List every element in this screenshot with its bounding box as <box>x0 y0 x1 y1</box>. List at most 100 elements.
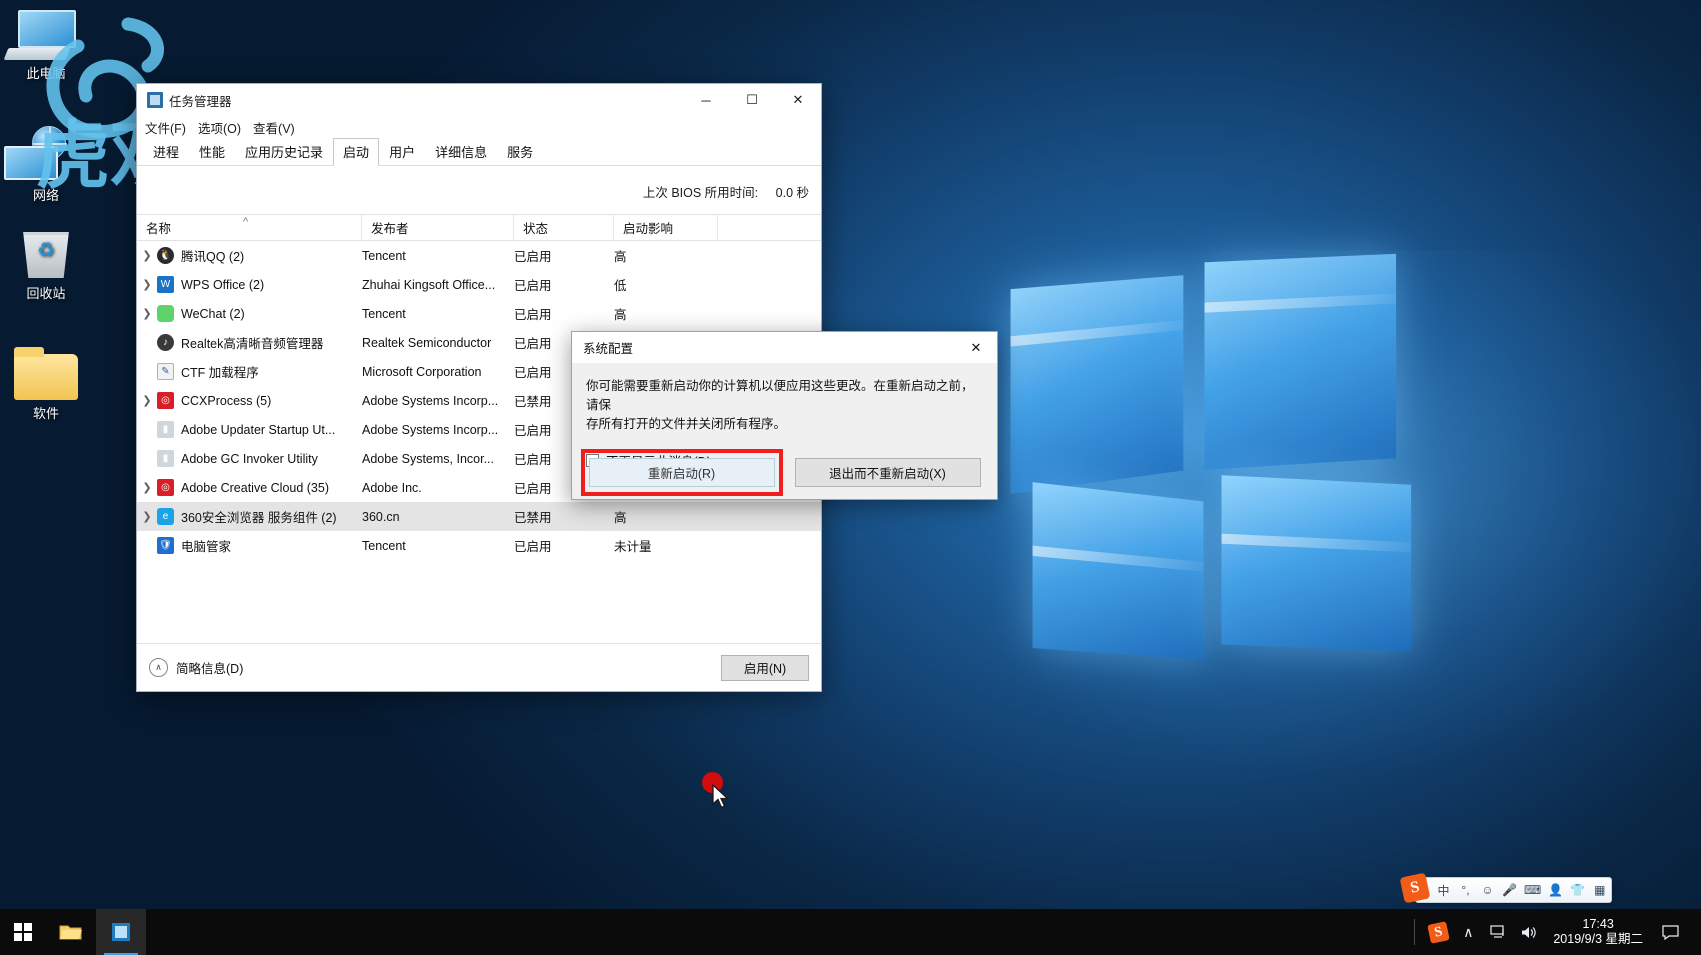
menu-file[interactable]: 文件(F) <box>145 118 186 137</box>
window-controls: ─ ☐ ✕ <box>683 84 821 116</box>
exit-without-restart-button[interactable]: 退出而不重新启动(X) <box>794 458 981 487</box>
desktop-icon-recycle-bin[interactable]: 回收站 <box>0 228 92 301</box>
dialog-buttons: 重新启动(R) 退出而不重新启动(X) <box>572 449 997 496</box>
start-button[interactable] <box>0 909 46 955</box>
adobe-blue-icon: ▮ <box>157 421 174 438</box>
table-row[interactable]: ❯ WeChat (2) Tencent 已启用 高 <box>137 299 821 328</box>
tab-bar[interactable]: 进程 性能 应用历史记录 启动 用户 详细信息 服务 <box>137 138 821 166</box>
menu-bar[interactable]: 文件(F) 选项(O) 查看(V) <box>137 116 821 138</box>
sogou-ime-toolbar[interactable]: S 中 °, ☺ 🎤 ⌨ 👤 👕 ▦ <box>1399 872 1613 904</box>
maximize-button[interactable]: ☐ <box>729 84 775 116</box>
column-headers[interactable]: 名称 发布者 状态 启动影响 <box>137 214 821 241</box>
expand-chevron-icon[interactable]: ❯ <box>137 481 157 494</box>
network-icon <box>0 126 92 182</box>
expand-chevron-icon[interactable]: ❯ <box>137 278 157 291</box>
taskbar[interactable]: S ∧ 17:43 2019/9/3 星期二 <box>0 909 1701 955</box>
tab-app-history[interactable]: 应用历史记录 <box>235 138 333 166</box>
tab-services[interactable]: 服务 <box>497 138 543 166</box>
startup-impact-cell: 高 <box>614 308 627 322</box>
expand-chevron-icon: ❯ <box>137 423 157 436</box>
desktop-icon-this-pc[interactable]: 此电脑 <box>0 8 92 81</box>
action-center-icon[interactable] <box>1653 924 1687 940</box>
ime-keyboard-icon[interactable]: ⌨ <box>1524 883 1541 897</box>
ime-emoji-icon[interactable]: ☺ <box>1480 883 1495 897</box>
recycle-bin-icon <box>0 228 92 282</box>
fewer-details-button[interactable]: ∧ 简略信息(D) <box>149 658 243 677</box>
desktop-icon-label: 网络 <box>32 188 59 203</box>
expand-chevron-icon[interactable]: ❯ <box>137 307 157 320</box>
column-header-name[interactable]: 名称 <box>137 215 362 240</box>
publisher-cell: Adobe Inc. <box>362 480 422 495</box>
column-header-publisher[interactable]: 发布者 <box>362 215 514 240</box>
ime-mode-chinese[interactable]: 中 <box>1436 882 1451 899</box>
expand-chevron-icon[interactable]: ❯ <box>137 249 157 262</box>
desktop-icon-label: 软件 <box>32 406 59 421</box>
startup-impact-cell: 低 <box>614 279 627 293</box>
tab-users[interactable]: 用户 <box>379 138 425 166</box>
system-configuration-dialog[interactable]: 系统配置 ✕ 你可能需要重新启动你的计算机以便应用这些更改。在重新启动之前，请保… <box>571 331 998 809</box>
tencent-pcmgr-icon: 🛡 <box>157 537 174 554</box>
system-tray[interactable]: S ∧ 17:43 2019/9/3 星期二 <box>1406 909 1701 955</box>
tab-performance[interactable]: 性能 <box>189 138 235 166</box>
status-cell: 已启用 <box>514 540 552 554</box>
menu-options[interactable]: 选项(O) <box>198 118 241 137</box>
table-row[interactable]: ❯ e 360安全浏览器 服务组件 (2) 360.cn 已禁用 高 <box>137 502 821 531</box>
ime-toolbox-icon[interactable]: ▦ <box>1592 883 1607 897</box>
startup-item-name-cell: ❯♪ Realtek高清晰音频管理器 <box>137 333 362 352</box>
tab-processes[interactable]: 进程 <box>143 138 189 166</box>
bios-time-area: 上次 BIOS 所用时间: 0.0 秒 <box>137 166 821 214</box>
startup-item-label: 360安全浏览器 服务组件 (2) <box>181 511 337 525</box>
restart-button[interactable]: 重新启动(R) <box>588 458 775 487</box>
volume-tray-icon[interactable] <box>1513 909 1543 955</box>
taskbar-clock[interactable]: 17:43 2019/9/3 星期二 <box>1543 917 1653 947</box>
adobe-cc-icon: ◎ <box>157 479 174 496</box>
taskbar-item-task-manager[interactable] <box>96 909 146 955</box>
show-hidden-icons-icon[interactable]: ∧ <box>1453 909 1483 955</box>
startup-item-name-cell: ❯✎ CTF 加载程序 <box>137 362 362 381</box>
tab-startup[interactable]: 启动 <box>333 138 380 166</box>
sogou-logo-icon[interactable]: S <box>1399 872 1431 904</box>
startup-item-name-cell: ❯ WeChat (2) <box>137 305 362 322</box>
this-pc-icon <box>0 8 92 62</box>
ime-skin-icon[interactable]: 👕 <box>1570 883 1585 897</box>
expand-chevron-icon[interactable]: ❯ <box>137 394 157 407</box>
table-row[interactable]: ❯ W WPS Office (2) Zhuhai Kingsoft Office..… <box>137 270 821 299</box>
ime-punctuation-icon[interactable]: °, <box>1458 883 1473 897</box>
chevron-up-icon: ∧ <box>149 658 168 677</box>
table-row[interactable]: ❯🛡 电脑管家 Tencent 已启用 未计量 <box>137 531 821 560</box>
wallpaper-pane-4 <box>1221 475 1412 652</box>
table-row[interactable]: ❯ 🐧 腾讯QQ (2) Tencent 已启用 高 <box>137 241 821 270</box>
startup-item-name-cell: ❯🛡 电脑管家 <box>137 536 362 555</box>
startup-item-label: 电脑管家 <box>181 540 232 554</box>
taskbar-item-file-explorer[interactable] <box>46 909 96 955</box>
sogou-tray-icon[interactable]: S <box>1423 909 1453 955</box>
window-footer: ∧ 简略信息(D) 启用(N) <box>137 643 821 691</box>
enable-button[interactable]: 启用(N) <box>721 654 809 681</box>
publisher-cell: Tencent <box>362 306 406 321</box>
ime-account-icon[interactable]: 👤 <box>1548 883 1563 897</box>
desktop-icon-network[interactable]: 网络 <box>0 126 92 203</box>
close-button[interactable]: ✕ <box>775 84 821 116</box>
dialog-close-button[interactable]: ✕ <box>955 332 997 363</box>
column-header-blank <box>718 215 821 240</box>
bios-time-row: 上次 BIOS 所用时间: 0.0 秒 <box>643 182 809 201</box>
menu-view[interactable]: 查看(V) <box>253 118 295 137</box>
expand-chevron-icon[interactable]: ❯ <box>137 510 157 523</box>
ime-voice-icon[interactable]: 🎤 <box>1502 883 1517 897</box>
startup-item-name-cell: ❯▮ Adobe Updater Startup Ut... <box>137 421 362 438</box>
restart-button-wrapper: 重新启动(R) <box>580 449 783 496</box>
tab-details[interactable]: 详细信息 <box>425 138 497 166</box>
startup-impact-cell: 未计量 <box>614 540 652 554</box>
column-header-status[interactable]: 状态 <box>514 215 614 240</box>
column-header-startup-impact[interactable]: 启动影响 <box>614 215 718 240</box>
network-tray-icon[interactable] <box>1483 909 1513 955</box>
desktop-icon-software-folder[interactable]: 软件 <box>0 347 92 421</box>
dialog-message-line2: 存所有打开的文件并关闭所有程序。 <box>586 417 787 431</box>
startup-item-name-cell: ❯ W WPS Office (2) <box>137 276 362 293</box>
adobe-blue-icon: ▮ <box>157 450 174 467</box>
startup-item-label: WeChat (2) <box>181 306 245 321</box>
file-explorer-icon <box>59 925 82 940</box>
desktop-icon-label: 回收站 <box>26 286 66 301</box>
minimize-button[interactable]: ─ <box>683 84 729 116</box>
title-bar[interactable]: 任务管理器 ─ ☐ ✕ <box>137 84 821 116</box>
